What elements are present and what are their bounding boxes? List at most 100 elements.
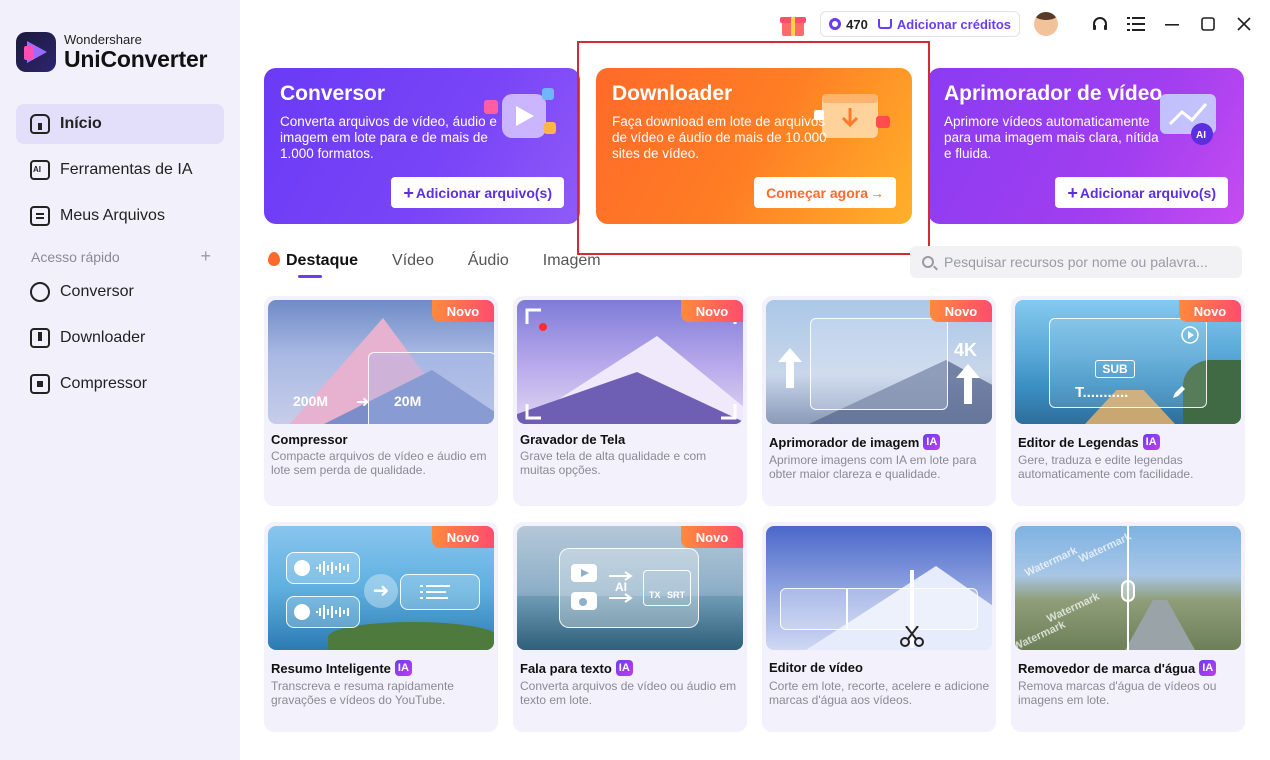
sidebar-item-ferramentas-ia[interactable]: Ferramentas de IA <box>16 150 224 190</box>
credits-widget[interactable]: 470 Adicionar créditos <box>820 11 1020 37</box>
card-title: Fala para texto IA <box>520 660 633 676</box>
uniconverter-logo-icon <box>16 32 56 72</box>
new-badge: Novo <box>432 300 494 322</box>
feature-card-smart-summary[interactable]: ➜ Novo Resumo Inteligente IA Transcreva e… <box>264 522 498 732</box>
sidebar-item-downloader[interactable]: Downloader <box>16 318 224 358</box>
card-description: Converta arquivos de vídeo ou áudio em t… <box>520 679 737 707</box>
original-size-label: 200M <box>293 393 329 409</box>
sidebar-item-label: Início <box>60 115 102 132</box>
card-description: Compacte arquivos de vídeo e áudio em lo… <box>271 449 487 477</box>
sidebar-item-label: Downloader <box>60 329 146 346</box>
downloader-icon <box>30 328 50 348</box>
card-title: Editor de Legendas IA <box>1018 434 1160 450</box>
card-title: Editor de vídeo <box>769 660 863 675</box>
quick-access-label: Acesso rápido <box>31 249 120 265</box>
tab-imagem[interactable]: Imagem <box>543 252 601 278</box>
feature-card-screen-recorder[interactable]: Novo Gravador de Tela Grave tela de alta… <box>513 296 747 506</box>
new-badge: Novo <box>432 526 494 548</box>
sidebar-item-label: Meus Arquivos <box>60 207 165 224</box>
feature-card-compressor[interactable]: 200M ➜ 20M Novo Compressor Compacte arqu… <box>264 296 498 506</box>
4k-label: 4K <box>954 340 978 360</box>
sidebar-item-meus-arquivos[interactable]: Meus Arquivos <box>16 196 224 236</box>
svg-text:AI: AI <box>1196 130 1206 141</box>
credit-coin-icon <box>829 18 842 30</box>
ai-badge: IA <box>394 660 412 676</box>
new-badge: Novo <box>1179 300 1241 322</box>
converter-icon <box>30 282 50 302</box>
card-description: Transcreva e resuma rapidamente gravaçõe… <box>271 679 454 707</box>
sidebar-item-conversor[interactable]: Conversor <box>16 272 224 312</box>
category-tabs: Destaque Vídeo Áudio Imagem <box>268 252 635 278</box>
compressor-icon <box>30 374 50 394</box>
ai-badge: IA <box>923 434 941 450</box>
feature-card-subtitle-editor[interactable]: SUB T........... Novo Editor de Legendas… <box>1011 296 1245 506</box>
downloader-hero-card[interactable]: Downloader Faça download em lote de arqu… <box>596 68 912 224</box>
card-description: Remova marcas d'água de vídeos ou imagen… <box>1018 679 1217 707</box>
converter-hero-card[interactable]: Conversor Converta arquivos de vídeo, áu… <box>264 68 580 224</box>
card-title: Removedor de marca d'água IA <box>1018 660 1217 676</box>
search-icon <box>922 256 934 268</box>
close-icon[interactable] <box>1232 12 1256 36</box>
new-badge: Novo <box>930 300 992 322</box>
search-input[interactable]: Pesquisar recursos por nome ou palavra..… <box>910 246 1242 278</box>
product-name: UniConverter <box>64 46 208 72</box>
card-title: Gravador de Tela <box>520 432 626 447</box>
home-icon <box>30 114 50 134</box>
video-editor-thumbnail <box>766 526 992 650</box>
minimize-icon[interactable] <box>1160 12 1184 36</box>
card-description: Corte em lote, recorte, acelere e adicio… <box>769 679 990 707</box>
sidebar-item-inicio[interactable]: Início <box>16 104 224 144</box>
brand-name: Wondershare <box>64 32 142 47</box>
tx-label: TX <box>649 590 661 600</box>
top-bar: 470 Adicionar créditos <box>780 8 1256 40</box>
files-icon <box>30 206 50 226</box>
add-files-button[interactable]: + Adicionar arquivo(s) <box>1055 177 1228 208</box>
card-title: Compressor <box>271 432 348 447</box>
avatar[interactable] <box>1034 12 1058 36</box>
hero-description: Faça download em lote de arquivos de víd… <box>612 114 827 161</box>
card-description: Gere, traduza e edite legendas automatic… <box>1018 453 1194 481</box>
add-credits-link[interactable]: Adicionar créditos <box>897 17 1011 32</box>
sidebar: Wondershare UniConverter Início Ferramen… <box>0 0 240 760</box>
ai-badge: IA <box>615 660 633 676</box>
app-logo: Wondershare UniConverter <box>16 32 207 72</box>
feature-card-image-enhancer[interactable]: 4K Novo Aprimorador de imagem IA Aprimore… <box>762 296 996 506</box>
tab-audio[interactable]: Áudio <box>468 252 509 278</box>
quick-access-header: Acesso rápido + <box>31 247 211 265</box>
add-files-button[interactable]: + Adicionar arquivo(s) <box>391 177 564 208</box>
card-title: Resumo Inteligente IA <box>271 660 412 676</box>
fire-icon <box>268 252 280 266</box>
compressed-size-label: 20M <box>394 393 422 409</box>
start-now-button[interactable]: Começar agora → <box>754 177 896 208</box>
feature-card-watermark-remover[interactable]: Watermark Watermark Watermark Watermark … <box>1011 522 1245 732</box>
ai-badge: IA <box>1142 434 1160 450</box>
sidebar-item-label: Conversor <box>60 283 134 300</box>
hero-description: Converta arquivos de vídeo, áudio e imag… <box>280 114 497 161</box>
card-description: Grave tela de alta qualidade e com muita… <box>520 449 707 477</box>
maximize-icon[interactable] <box>1196 12 1220 36</box>
video-enhancer-hero-card[interactable]: Aprimorador de vídeo Aprimore vídeos aut… <box>928 68 1244 224</box>
headset-support-icon[interactable] <box>1088 12 1112 36</box>
sidebar-item-compressor[interactable]: Compressor <box>16 364 224 404</box>
add-quick-access-button[interactable]: + <box>200 247 211 265</box>
watermark-remover-thumbnail: Watermark Watermark Watermark Watermark <box>1015 526 1241 650</box>
sub-label: SUB <box>1095 360 1135 378</box>
subtitle-line-label: T........... <box>1075 384 1129 401</box>
new-badge: Novo <box>681 300 743 322</box>
tab-destaque[interactable]: Destaque <box>268 252 358 278</box>
cart-icon <box>877 19 892 29</box>
hero-description: Aprimore vídeos automaticamente para uma… <box>944 114 1159 161</box>
gift-icon[interactable] <box>780 12 807 36</box>
feature-card-video-editor[interactable]: Editor de vídeo Corte em lote, recorte, … <box>762 522 996 732</box>
ai-badge: IA <box>1199 660 1217 676</box>
new-badge: Novo <box>681 526 743 548</box>
srt-label: SRT <box>667 590 685 600</box>
card-title: Aprimorador de imagem IA <box>769 434 941 450</box>
sidebar-item-label: Ferramentas de IA <box>60 161 193 178</box>
sidebar-item-label: Compressor <box>60 375 148 392</box>
menu-icon[interactable] <box>1124 12 1148 36</box>
feature-card-speech-to-text[interactable]: AI TX SRT Novo Fala para texto IA Convert… <box>513 522 747 732</box>
ai-tools-icon <box>30 160 50 180</box>
search-placeholder: Pesquisar recursos por nome ou palavra..… <box>944 254 1208 270</box>
tab-video[interactable]: Vídeo <box>392 252 434 278</box>
